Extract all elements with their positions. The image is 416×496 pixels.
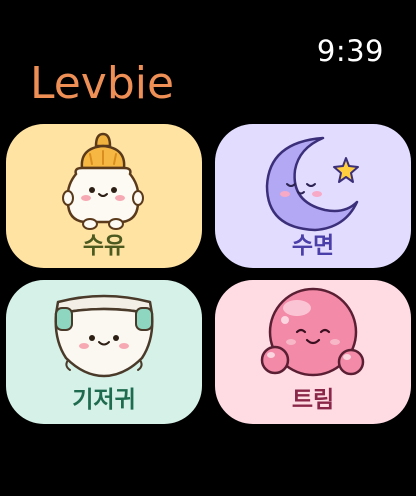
- diaper-label: 기저귀: [72, 387, 136, 413]
- feeding-tile[interactable]: 수유: [6, 124, 202, 268]
- sleep-label: 수면: [291, 233, 335, 259]
- burp-tile[interactable]: 트림: [215, 280, 411, 424]
- app-title: Levbie: [30, 58, 175, 109]
- diaper-tile[interactable]: 기저귀: [6, 280, 202, 424]
- status-time: 9:39: [316, 34, 384, 68]
- sleep-tile[interactable]: 수면: [215, 124, 411, 268]
- feeding-label: 수유: [82, 233, 126, 259]
- burp-label: 트림: [291, 387, 335, 413]
